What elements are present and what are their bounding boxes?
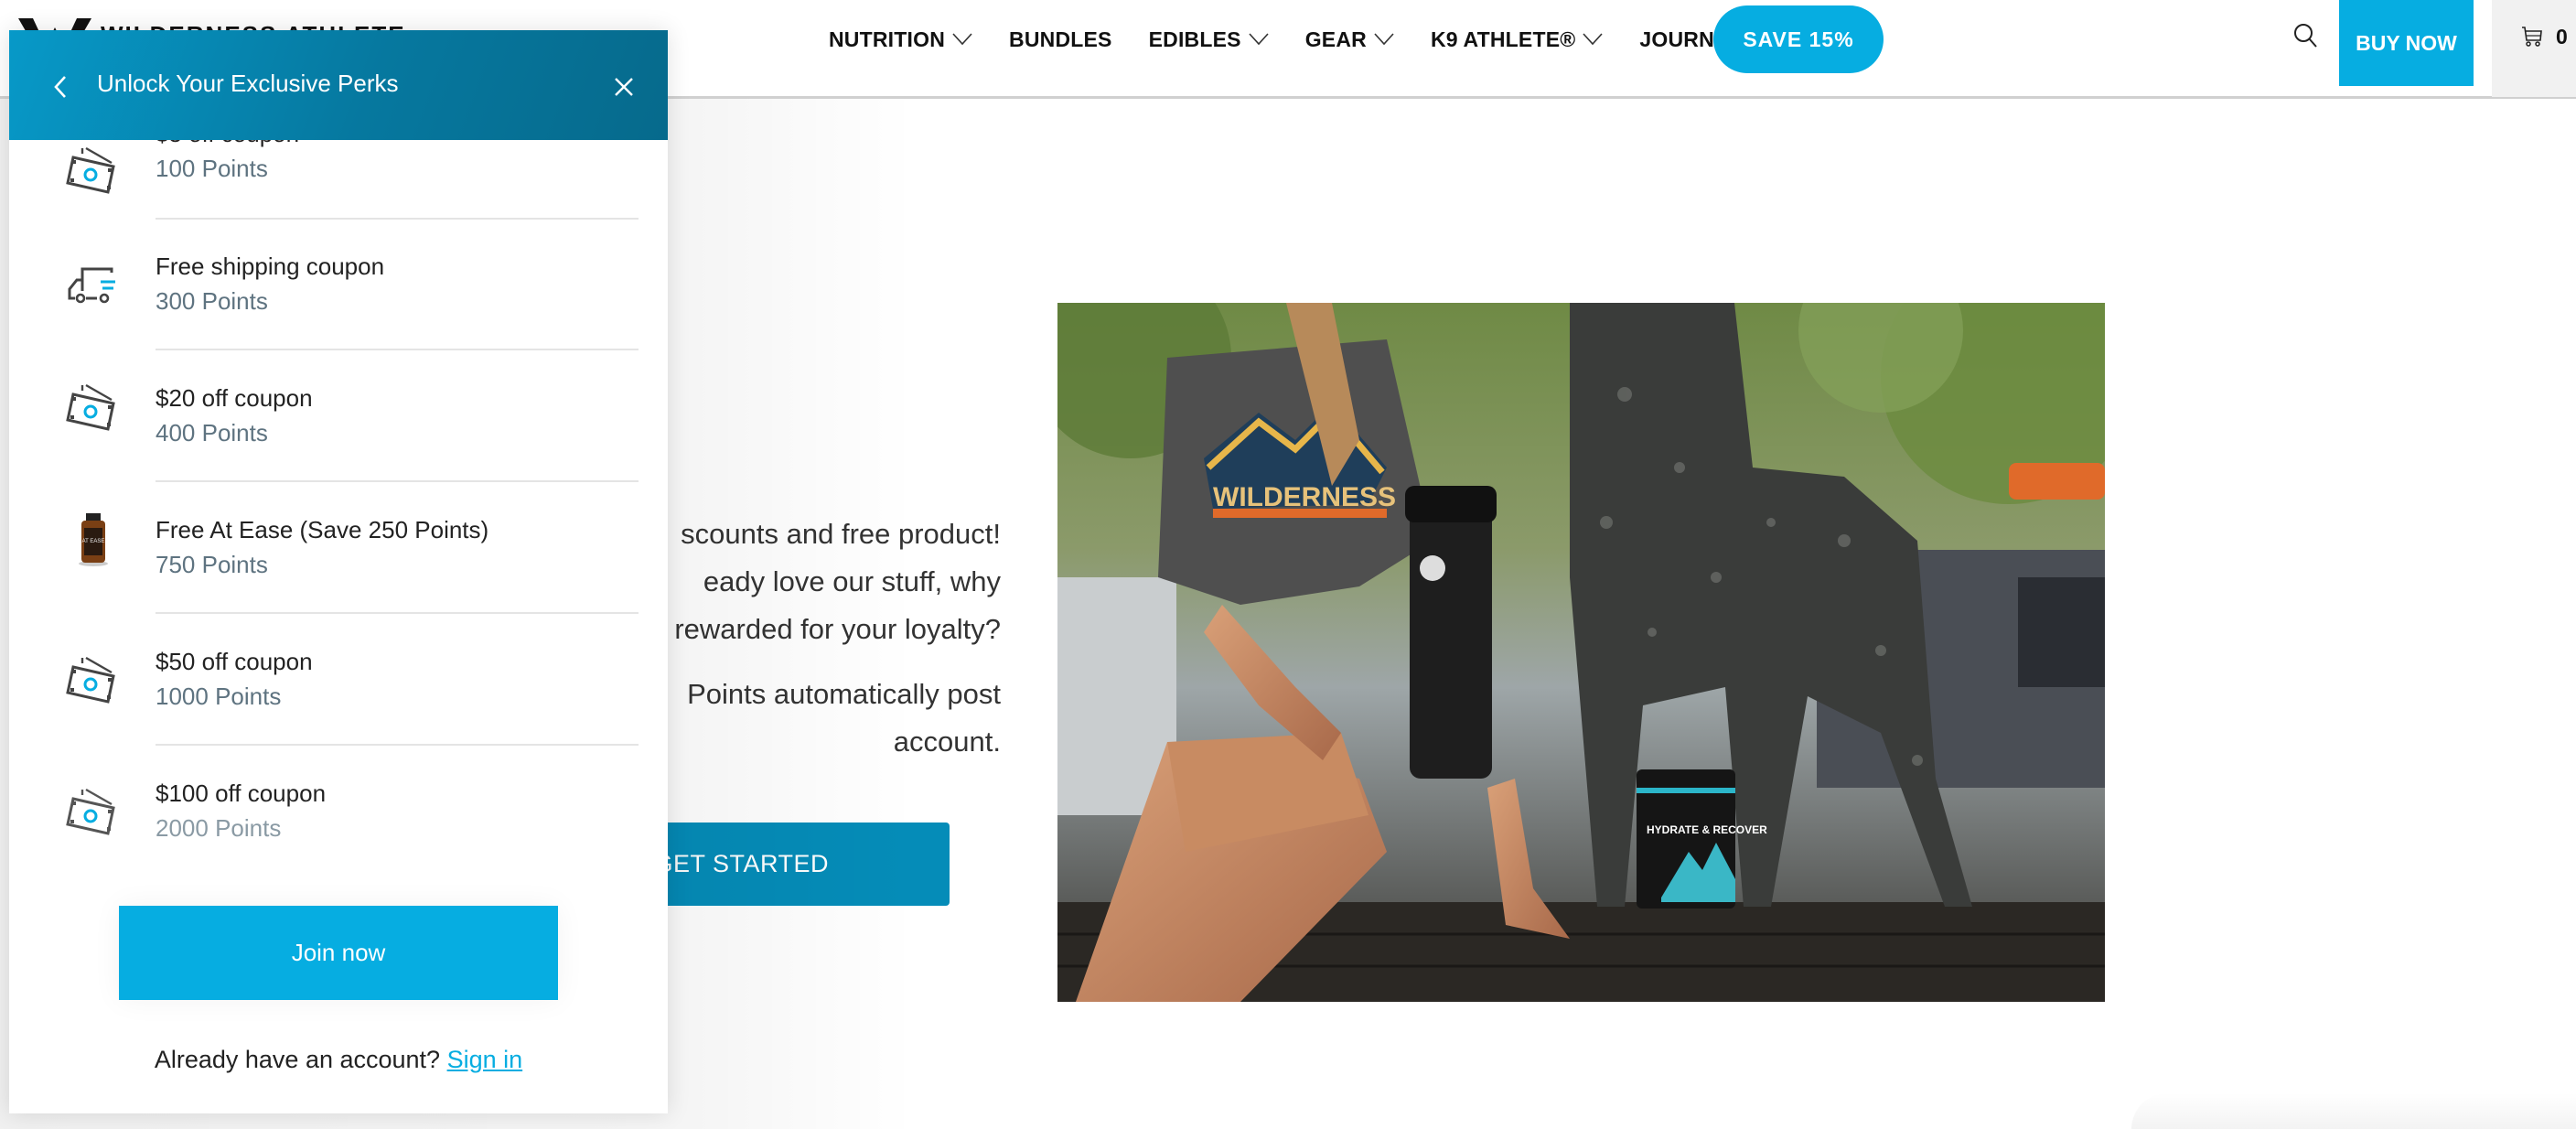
join-now-button[interactable]: Join now [119, 906, 558, 1000]
rewards-panel-header: Unlock Your Exclusive Perks [9, 30, 668, 140]
cart-button[interactable]: 0 [2492, 0, 2576, 97]
perk-name: $100 off coupon [156, 780, 327, 807]
perk-item: AT EASE Free At Ease (Save 250 Points) 7… [9, 493, 668, 625]
cash-icon [66, 788, 115, 835]
perk-item: $100 off coupon 2000 Points [9, 757, 668, 888]
hero-photo: WILDERNESS HYDRATE & RECOVER [1057, 303, 2105, 1002]
perk-item: Free shipping coupon 300 Points [9, 230, 668, 361]
nav-label: NUTRITION [829, 27, 946, 51]
divider [156, 480, 639, 482]
perks-list: $5 off coupon 100 Points Free shipping c… [9, 120, 668, 888]
nav-edibles[interactable]: EDIBLES [1149, 27, 1269, 52]
bottom-shadow [2131, 1093, 2576, 1129]
svg-text:AT EASE: AT EASE [82, 539, 105, 544]
product-bottle-icon: AT EASE [79, 513, 108, 566]
perk-name: $20 off coupon [156, 384, 313, 412]
cash-icon [66, 656, 115, 704]
perk-item: $50 off coupon 1000 Points [9, 625, 668, 757]
chevron-left-icon [54, 76, 66, 98]
buy-now-button[interactable]: BUY NOW [2339, 0, 2474, 86]
save-15-button[interactable]: SAVE 15% [1713, 5, 1884, 73]
divider [156, 349, 639, 350]
chevron-down-icon [1249, 33, 1269, 46]
search-icon [2294, 24, 2317, 48]
close-button[interactable] [606, 69, 642, 105]
back-button[interactable] [42, 69, 79, 105]
cash-icon [66, 146, 115, 194]
perk-item: $20 off coupon 400 Points [9, 361, 668, 493]
chevron-down-icon [952, 33, 972, 46]
nav-nutrition[interactable]: NUTRITION [829, 27, 972, 52]
truck-icon [68, 267, 115, 304]
nav-k9-athlete[interactable]: K9 ATHLETE® [1431, 27, 1603, 52]
shirt-print-text: WILDERNESS [1213, 482, 1396, 512]
panel-title: Unlock Your Exclusive Perks [97, 70, 399, 97]
close-icon [615, 78, 633, 96]
divider [156, 612, 639, 614]
nav-bundles[interactable]: BUNDLES [1009, 27, 1112, 52]
product-label-text: HYDRATE & RECOVER [1647, 823, 1767, 836]
nav-label: K9 ATHLETE® [1430, 27, 1576, 51]
nav-label: BUNDLES [1009, 27, 1112, 51]
perk-name: Free At Ease (Save 250 Points) [156, 516, 489, 543]
sign-in-link[interactable]: Sign in [447, 1046, 523, 1073]
rewards-panel: Unlock Your Exclusive Perks $5 off coupo… [9, 30, 668, 1113]
perk-points: 1000 Points [156, 683, 282, 710]
perk-points: 750 Points [156, 551, 268, 578]
cash-icon [66, 383, 115, 431]
divider [156, 218, 639, 220]
cart-count: 0 [2556, 25, 2568, 48]
perk-points: 2000 Points [156, 814, 282, 842]
nav-label: EDIBLES [1148, 27, 1241, 51]
cart-icon [2522, 27, 2542, 47]
chevron-down-icon [1583, 33, 1603, 46]
perk-name: Free shipping coupon [156, 253, 385, 280]
perk-name: $50 off coupon [156, 648, 313, 675]
hero-image: WILDERNESS HYDRATE & RECOVER [1057, 303, 2105, 1002]
signin-row: Already have an account? Sign in [9, 1046, 668, 1074]
search-button[interactable] [2292, 22, 2320, 49]
main-nav: NUTRITION BUNDLES EDIBLES GEAR K9 ATHLET… [829, 0, 1779, 79]
perk-points: 100 Points [156, 155, 268, 182]
signin-prompt: Already have an account? [154, 1046, 441, 1073]
divider [156, 744, 639, 746]
chevron-down-icon [1374, 33, 1394, 46]
perk-points: 300 Points [156, 287, 268, 315]
nav-gear[interactable]: GEAR [1305, 27, 1394, 52]
perk-points: 400 Points [156, 419, 268, 446]
nav-label: GEAR [1304, 27, 1367, 51]
